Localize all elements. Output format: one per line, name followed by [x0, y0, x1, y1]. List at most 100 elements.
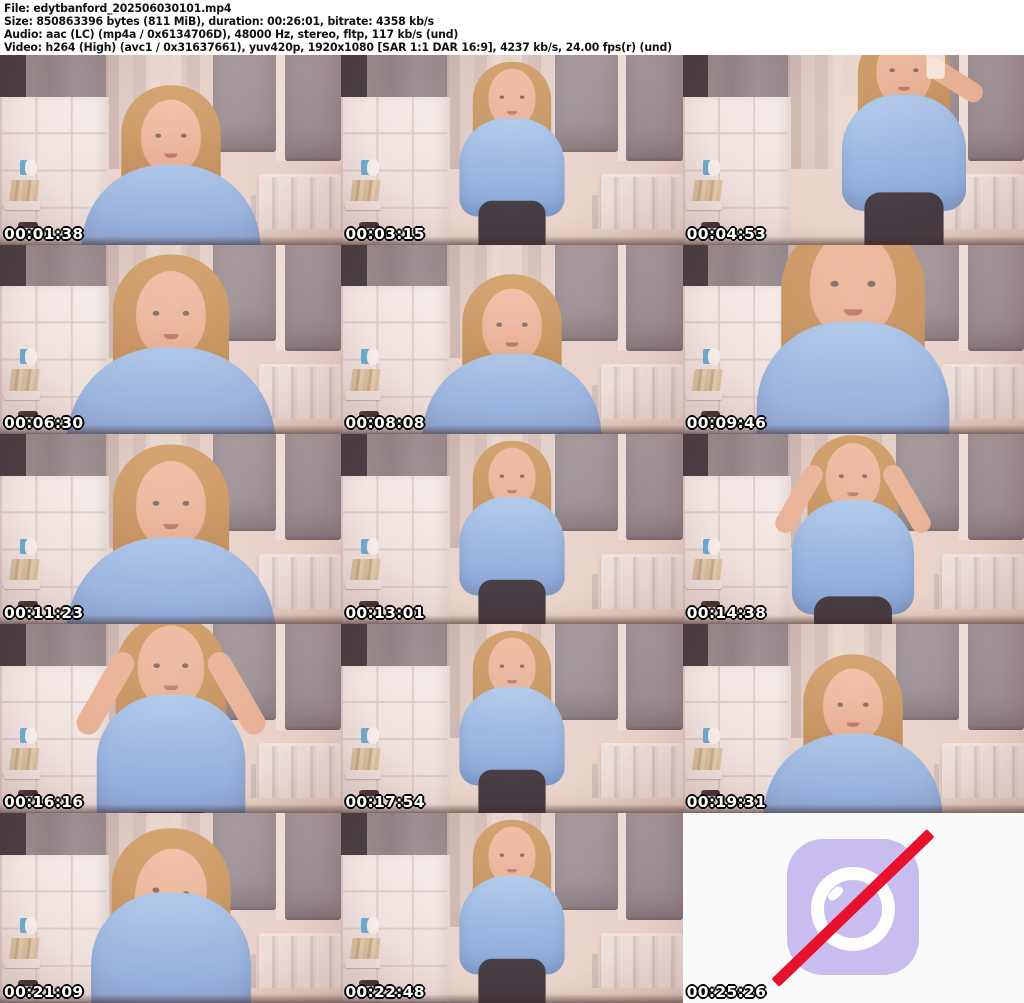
dark-picture — [682, 434, 709, 478]
white-device — [345, 959, 382, 969]
cat-figurine — [25, 348, 38, 366]
person-figure — [428, 61, 596, 245]
eye — [519, 95, 525, 99]
face — [135, 271, 206, 358]
thumbnail-grid: 00:01:38 00:03:15 00:04:53 00:06:30 00:0… — [0, 55, 1024, 1003]
timestamp-label: 00:09:46 — [686, 414, 767, 433]
webcam-scene — [341, 434, 683, 624]
dark-picture — [341, 623, 367, 668]
mouth — [163, 685, 178, 690]
dark-picture — [682, 55, 709, 99]
white-device — [686, 200, 723, 210]
window-frame — [959, 434, 968, 541]
video-thumbnail: 00:22:48 — [341, 813, 683, 1003]
webcam-scene — [0, 813, 342, 1003]
mouth — [163, 334, 179, 340]
video-thumbnail: 00:14:38 — [682, 434, 1024, 624]
timestamp-label: 00:04:53 — [686, 224, 767, 243]
radiator — [600, 174, 683, 235]
webcam-scene — [682, 434, 1024, 624]
video-thumbnail: 00:17:54 — [341, 623, 683, 814]
eye — [499, 474, 505, 478]
dark-picture — [341, 813, 367, 857]
window-frame — [617, 55, 627, 162]
video-thumbnail: 00:03:15 — [341, 55, 683, 245]
timestamp-label: 00:16:16 — [4, 793, 84, 812]
mouth — [846, 722, 860, 727]
blue-shirt — [66, 347, 276, 435]
timestamp-label: 00:17:54 — [345, 793, 425, 812]
eye — [499, 95, 505, 99]
blue-shirt — [763, 733, 943, 814]
dark-picture — [0, 434, 26, 478]
eye — [155, 133, 161, 138]
webcam-scene — [341, 623, 683, 814]
eye — [913, 68, 919, 73]
window-blind — [285, 623, 342, 730]
mouth — [506, 869, 518, 873]
blue-shirt — [422, 354, 602, 435]
window-blind — [626, 55, 683, 162]
webcam-scene — [0, 244, 342, 435]
white-device — [686, 769, 723, 779]
timestamp-label: 00:11:23 — [4, 603, 84, 622]
person-figure — [805, 55, 1003, 245]
no-video-placeholder — [682, 813, 1024, 1003]
window-blind — [626, 434, 683, 541]
window-blind — [285, 55, 342, 162]
person-figure — [46, 245, 295, 435]
radiator — [942, 553, 1024, 614]
radiator — [600, 553, 683, 614]
cat-figurine — [708, 158, 721, 176]
video-thumbnail: 00:08:08 — [341, 244, 683, 435]
timestamp-label: 00:21:09 — [4, 983, 84, 1001]
dark-picture — [0, 55, 26, 99]
person-figure — [747, 641, 960, 814]
person-figure — [46, 434, 295, 624]
webcam-scene — [0, 55, 342, 245]
white-device — [3, 769, 40, 779]
timestamp-label: 00:22:48 — [345, 983, 425, 1001]
webcam-scene — [341, 55, 683, 245]
dark-picture — [341, 55, 367, 99]
cat-figurine — [708, 537, 721, 555]
video-thumbnail: 00:11:23 — [0, 434, 342, 624]
window-blind — [626, 813, 683, 920]
cat-figurine — [25, 916, 38, 934]
webcam-scene — [0, 623, 342, 814]
window-blind — [626, 244, 683, 351]
white-device — [3, 390, 40, 400]
cat-figurine — [25, 158, 38, 176]
eye — [496, 322, 503, 328]
eye — [153, 662, 160, 668]
person-figure — [756, 435, 951, 624]
mouth — [506, 110, 518, 115]
white-device — [345, 390, 382, 400]
shelf-unit — [682, 96, 792, 245]
cat-figurine — [366, 158, 379, 176]
face — [823, 668, 884, 742]
eye — [182, 500, 189, 506]
dark-picture — [0, 244, 26, 289]
white-device — [686, 580, 723, 590]
eye — [182, 311, 189, 317]
eye — [519, 664, 525, 668]
white-device — [345, 200, 382, 210]
video-info-line: Video: h264 (High) (avc1 / 0x31637661), … — [4, 40, 672, 55]
window-blind — [967, 434, 1024, 541]
timestamp-label: 00:13:01 — [345, 603, 425, 622]
eye — [863, 702, 869, 707]
window-frame — [276, 55, 285, 162]
video-thumbnail: 00:06:30 — [0, 244, 342, 435]
blue-shirt — [96, 694, 245, 814]
timestamp-label: 00:06:30 — [4, 414, 84, 433]
eye — [499, 664, 505, 668]
window-blind — [626, 623, 683, 730]
dark-picture — [341, 434, 367, 478]
eye — [499, 853, 505, 858]
dark-picture — [0, 813, 26, 857]
white-device — [345, 580, 382, 590]
timestamp-label: 00:03:15 — [345, 224, 425, 243]
face — [135, 461, 206, 548]
webcam-scene — [682, 623, 1024, 814]
